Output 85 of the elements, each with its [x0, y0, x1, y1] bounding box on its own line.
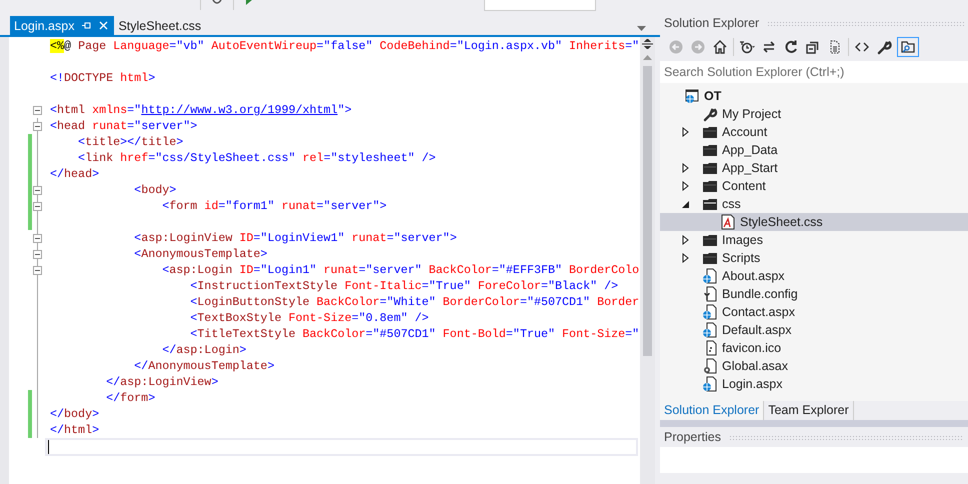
code-line: <!DOCTYPE html>: [50, 70, 156, 86]
css-file-icon: [720, 214, 736, 230]
folder-icon: [702, 196, 718, 212]
tree-item[interactable]: favicon.ico: [660, 339, 968, 357]
collapse-icon[interactable]: [33, 122, 42, 130]
text-cursor: [48, 440, 49, 454]
code-line: </body>: [50, 406, 100, 422]
code-line: <form id="form1" runat="server">: [161, 198, 387, 214]
panel-title: Properties: [664, 430, 721, 444]
search-field[interactable]: Search Solution Explorer (Ctrl+;): [660, 61, 968, 83]
code-line: <title></title>: [77, 134, 184, 150]
tree-item[interactable]: Scripts: [660, 249, 968, 267]
panel-title: Solution Explorer: [664, 16, 760, 30]
code-line: <link href="css/StyleSheet.css" rel="stylesheet" />: [77, 150, 436, 166]
folder-icon: [702, 142, 718, 158]
code-line: </form>: [105, 390, 156, 406]
pin-icon[interactable]: [82, 21, 92, 30]
dropdown-field[interactable]: [484, 0, 596, 11]
collapse-icon[interactable]: [33, 186, 42, 194]
undo-icon[interactable]: [211, 0, 223, 6]
tree-item[interactable]: Contact.aspx: [660, 303, 968, 321]
tree-item[interactable]: Account: [660, 123, 968, 141]
folder-icon: [702, 160, 718, 176]
link-text[interactable]: http://www.w3.org/1999/xhtml: [141, 103, 338, 117]
editor-tab[interactable]: StyleSheet.css: [114, 16, 208, 35]
web-file-icon: [702, 322, 718, 338]
tree-item[interactable]: Content: [660, 177, 968, 195]
tree-item[interactable]: Bundle.config: [660, 285, 968, 303]
folder-icon: [702, 250, 718, 266]
panel-tab[interactable]: Solution Explorer: [660, 401, 764, 420]
collapse-icon[interactable]: [33, 106, 42, 114]
code-line: </AnonymousTemplate>: [133, 358, 274, 374]
play-icon[interactable]: [244, 0, 254, 6]
code-line: <AnonymousTemplate>: [133, 246, 268, 262]
tree-item[interactable]: App_Start: [660, 159, 968, 177]
tree-item[interactable]: StyleSheet.css: [660, 213, 968, 231]
code-line: </html>: [50, 422, 100, 438]
code-line: <body>: [133, 182, 176, 198]
code-line: </asp:Login>: [161, 342, 246, 358]
folder-icon: [702, 124, 718, 140]
tree-item[interactable]: About.aspx: [660, 267, 968, 285]
code-line: </asp:LoginView>: [105, 374, 218, 390]
web-file-icon: [702, 304, 718, 320]
config-file-icon: [702, 286, 718, 302]
code-line: </head>: [50, 166, 100, 182]
tree-item[interactable]: Global.asax: [660, 357, 968, 375]
code-line: <asp:LoginView ID="LoginView1" runat="server">: [133, 230, 457, 246]
collapse-icon[interactable]: [33, 202, 42, 210]
globe-project-icon: [684, 88, 700, 104]
code-line: <InstructionTextStyle Font-Italic="True" ForeColor="Black" />: [189, 278, 618, 294]
wrench-icon: [702, 106, 718, 122]
code-line: <LoginButtonStyle BackColor="White" BorderColor="#507CD1" Border: [189, 294, 640, 310]
tree-item[interactable]: Images: [660, 231, 968, 249]
collapse-icon[interactable]: [33, 234, 42, 242]
scrollbar-thumb[interactable]: [643, 66, 652, 356]
gear-file-icon: [702, 358, 718, 374]
expand-icon[interactable]: [682, 181, 689, 191]
code-line: <TextBoxStyle Font-Size="0.8em" />: [189, 310, 429, 326]
collapse-icon[interactable]: [33, 266, 42, 274]
code-line: <TitleTextStyle BackColor="#507CD1" Font-Bold="True" Font-Size=": [189, 326, 640, 342]
editor-tab[interactable]: Login.aspx: [10, 16, 114, 35]
folder-icon: [702, 178, 718, 194]
code-line: <head runat="server">: [50, 118, 198, 134]
tree-item[interactable]: OT: [660, 87, 968, 105]
caret-icon[interactable]: [637, 26, 646, 31]
expand-icon[interactable]: [682, 235, 689, 245]
folder-icon: [702, 232, 718, 248]
code-line: <%@ Page Language="vb" AutoEventWireup="false" CodeBehind="Login.aspx.vb" Inherits=": [50, 38, 640, 54]
web-file-icon: [702, 376, 718, 392]
expand-icon[interactable]: [682, 163, 689, 173]
code-line: <asp:Login ID="Login1" runat="server" BackColor="#EFF3FB" BorderColo: [161, 262, 640, 278]
preview-icon[interactable]: [897, 37, 919, 57]
expand-icon[interactable]: [682, 127, 689, 137]
tree-item[interactable]: css: [660, 195, 968, 213]
collapse-icon[interactable]: [33, 250, 42, 258]
expand-icon[interactable]: [682, 253, 689, 263]
split-icon[interactable]: [642, 39, 653, 49]
tree-item[interactable]: Login.aspx: [660, 375, 968, 393]
close-icon[interactable]: [99, 21, 108, 30]
tree-item[interactable]: App_Data: [660, 141, 968, 159]
web-file-icon: [702, 268, 718, 284]
collapse-icon[interactable]: [682, 200, 689, 208]
tree-item[interactable]: Default.aspx: [660, 321, 968, 339]
tree-item[interactable]: My Project: [660, 105, 968, 123]
code-line: <html xmlns="http://www.w3.org/1999/xhtml">: [50, 102, 352, 118]
